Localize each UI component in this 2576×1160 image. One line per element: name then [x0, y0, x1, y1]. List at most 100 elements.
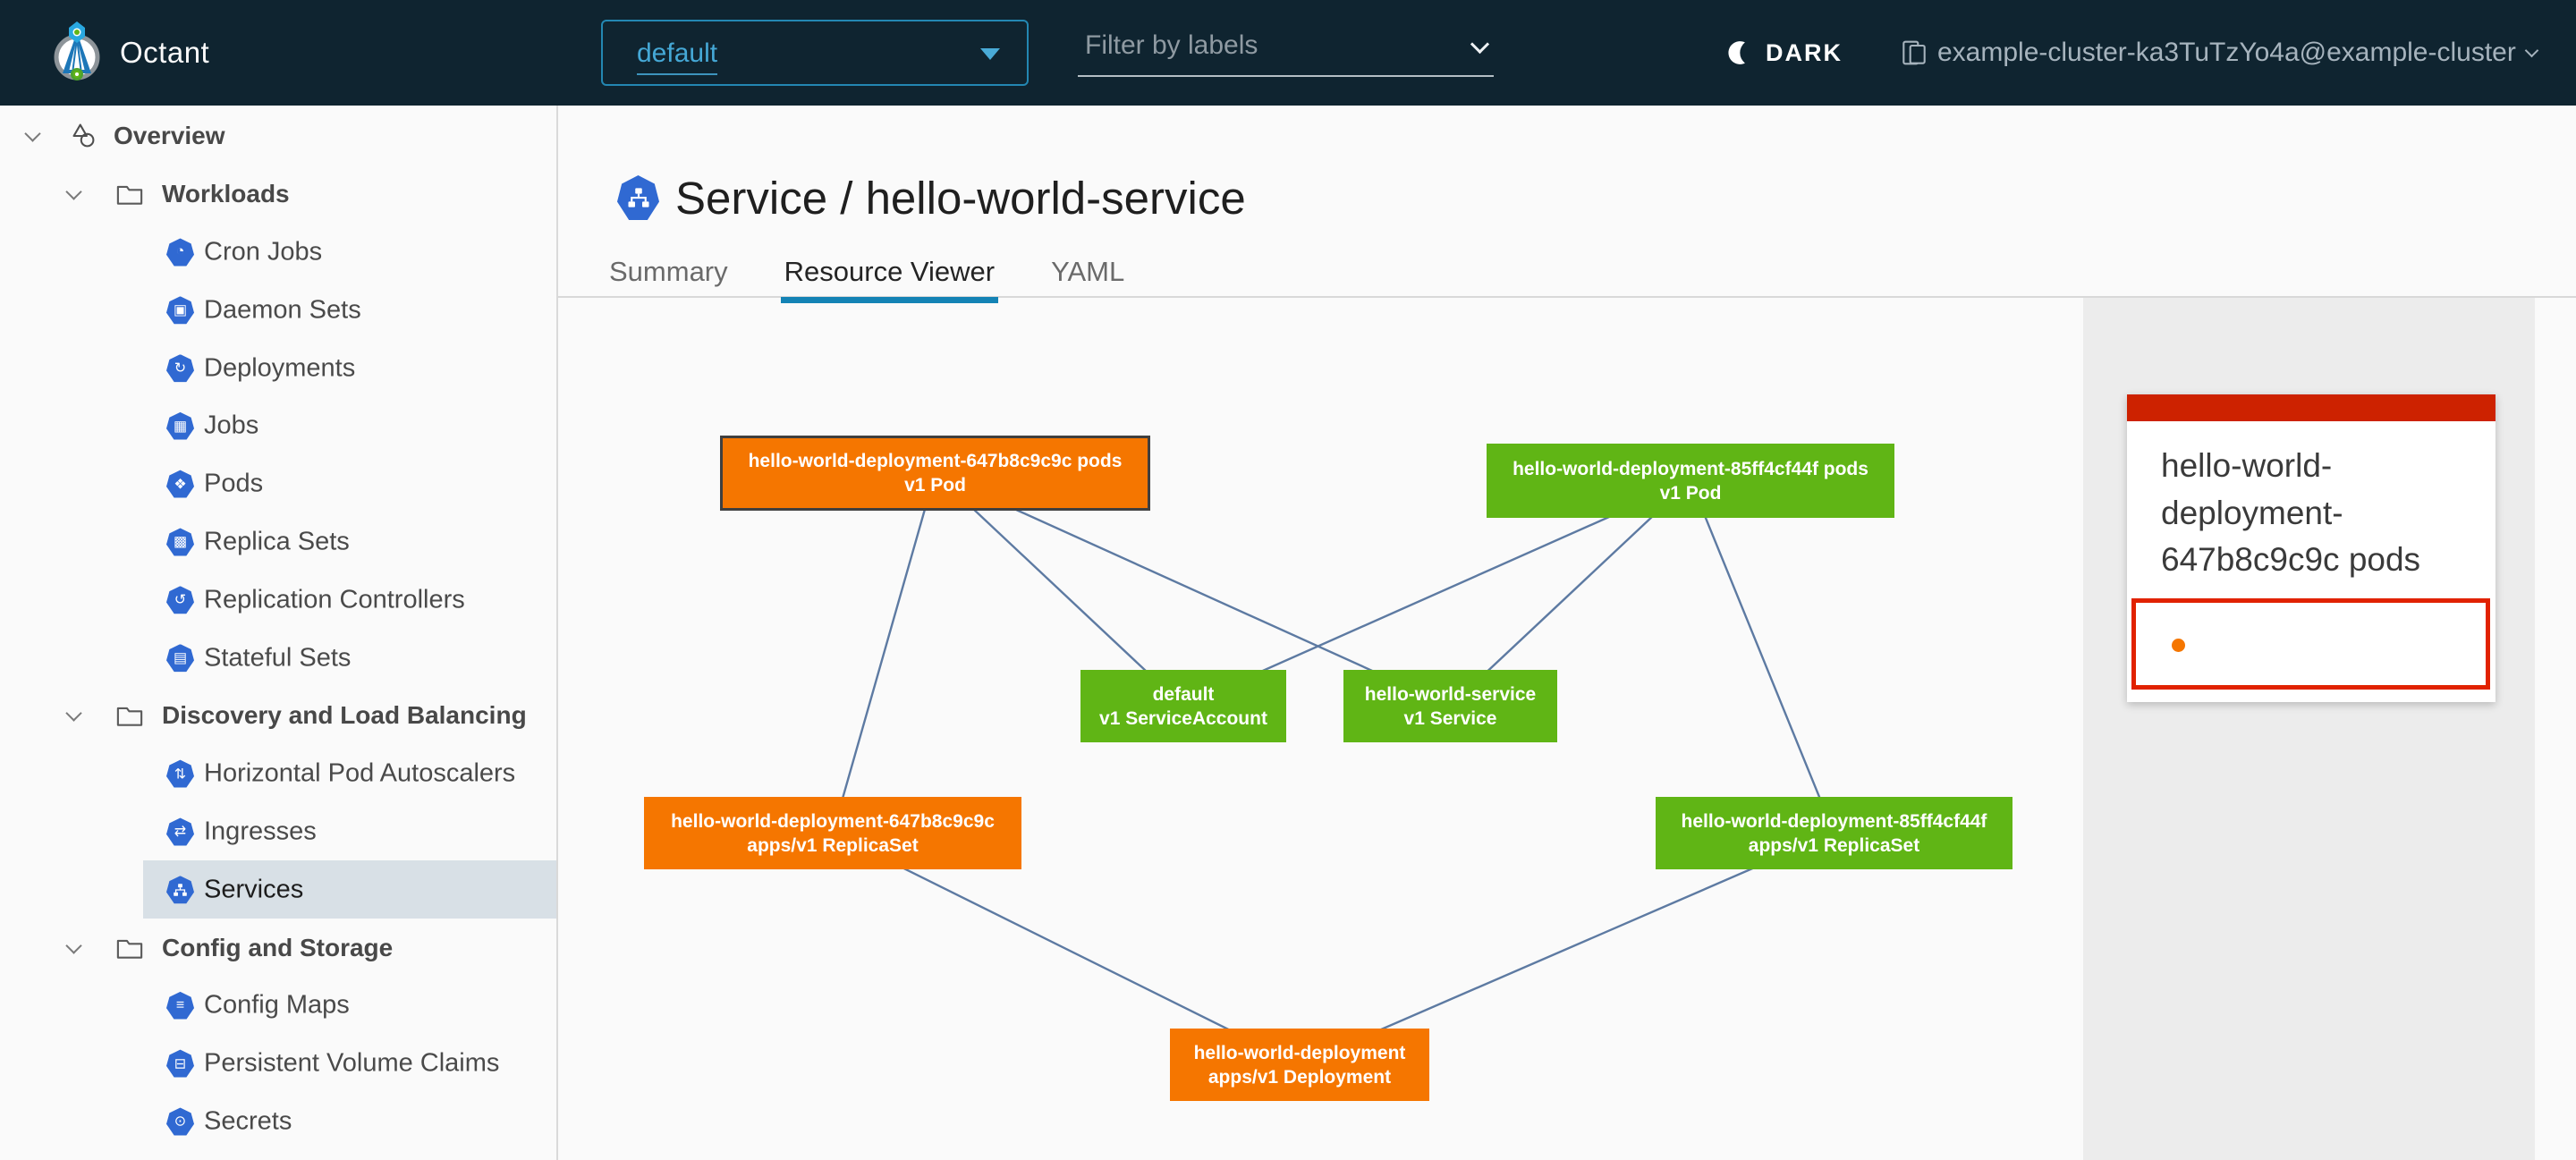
sidebar-item-replication-controllers[interactable]: ↺ Replication Controllers [0, 571, 556, 629]
sidebar-item-config-maps[interactable]: ≡ Config Maps [0, 977, 556, 1035]
sidebar-item-discovery-and-load-balancing[interactable]: Discovery and Load Balancing [0, 687, 556, 745]
pvc-icon: ⊟ [166, 1050, 194, 1078]
sidebar-item-label: Jobs [204, 411, 258, 441]
secret-icon: ⊙ [166, 1107, 194, 1135]
context-switcher[interactable]: example-cluster-ka3TuTzYo4a@example-clus… [1900, 0, 2537, 106]
sidebar-item-secrets[interactable]: ⊙ Secrets [0, 1093, 556, 1151]
sidebar-item-label: Config and Storage [162, 934, 393, 962]
page-title-row: Service / hello-world-service [617, 172, 1246, 224]
sidebar-item-daemon-sets[interactable]: ▣ Daemon Sets [0, 281, 556, 339]
configmap-icon: ≡ [166, 992, 194, 1020]
sidebar-item-label: Replica Sets [204, 527, 350, 556]
node-label: hello-world-deployment-85ff4cf44f [1682, 809, 1987, 834]
sidebar-item-ingresses[interactable]: ⇄ Ingresses [0, 803, 556, 861]
sidebar-item-replica-sets[interactable]: ▩ Replica Sets [0, 513, 556, 572]
deployment-icon: ↻ [166, 354, 194, 382]
sidebar-item-label: Secrets [204, 1106, 292, 1136]
folder-icon [114, 935, 145, 961]
statefulset-icon: ▤ [166, 644, 194, 672]
sidebar-item-jobs[interactable]: ▦ Jobs [0, 397, 556, 455]
graph-node-pod-a[interactable]: hello-world-deployment-647b8c9c9c podsv1… [720, 436, 1150, 511]
graph-node-sa[interactable]: defaultv1 ServiceAccount [1080, 670, 1286, 742]
applications-icon [68, 121, 98, 151]
sidebar-item-persistent-volume-claims[interactable]: ⊟ Persistent Volume Claims [0, 1035, 556, 1093]
node-subtitle: v1 Pod [904, 473, 966, 497]
job-icon: ▦ [166, 412, 194, 440]
theme-toggle-label: DARK [1766, 39, 1843, 67]
app-header: Octant default DARK example-cluster-ka3T… [0, 0, 2576, 106]
replicaset-icon: ▩ [166, 528, 194, 555]
node-label: default [1153, 682, 1215, 707]
sidebar-item-label: Workloads [162, 180, 290, 208]
tab-yaml[interactable]: YAML [1051, 256, 1124, 297]
node-label: hello-world-deployment-647b8c9c9c [671, 809, 995, 834]
chevron-down-icon[interactable] [65, 183, 81, 199]
sidebar-item-services[interactable]: Services [0, 860, 556, 919]
chevron-down-icon[interactable] [65, 706, 81, 722]
detail-status-bar [2127, 394, 2496, 421]
chevron-down-icon[interactable] [24, 126, 40, 142]
cluster-icon [1900, 38, 1928, 67]
sidebar-item-deployments[interactable]: ↻ Deployments [0, 339, 556, 397]
namespace-select-value: default [637, 34, 717, 75]
caret-down-icon [980, 48, 1000, 60]
tab-summary[interactable]: Summary [609, 256, 728, 297]
graph-node-rs-b[interactable]: hello-world-deployment-85ff4cf44fapps/v1… [1656, 797, 2012, 869]
context-label: example-cluster-ka3TuTzYo4a@example-clus… [1937, 38, 2516, 68]
sidebar-item-label: Ingresses [204, 817, 317, 846]
service-icon [617, 175, 659, 220]
sidebar-item-workloads[interactable]: Workloads [0, 165, 556, 224]
graph-node-pod-b[interactable]: hello-world-deployment-85ff4cf44f podsv1… [1487, 444, 1894, 518]
graph-node-rs-a[interactable]: hello-world-deployment-647b8c9c9capps/v1… [644, 797, 1021, 869]
sidebar-item-label: Stateful Sets [204, 643, 351, 673]
node-subtitle: apps/v1 ReplicaSet [747, 834, 918, 858]
replicationcontroller-icon: ↺ [166, 586, 194, 614]
sidebar-item-label: Config Maps [204, 991, 350, 1020]
sidebar-item-horizontal-pod-autoscalers[interactable]: ⇅ Horizontal Pod Autoscalers [0, 745, 556, 803]
chevron-down-icon[interactable] [65, 937, 81, 953]
namespace-select[interactable]: default [601, 20, 1029, 86]
pod-icon: ❖ [166, 470, 194, 498]
label-filter [1078, 21, 1494, 77]
folder-icon [114, 702, 145, 729]
sidebar-item-label: Overview [114, 122, 225, 150]
node-subtitle: v1 Pod [1660, 481, 1722, 505]
detail-status-box [2131, 598, 2490, 690]
node-label: hello-world-deployment-647b8c9c9c pods [749, 449, 1123, 473]
sidebar-item-stateful-sets[interactable]: ▤ Stateful Sets [0, 629, 556, 687]
chevron-down-icon [2525, 43, 2539, 57]
sidebar-item-overview[interactable]: Overview [0, 107, 556, 165]
cronjob-icon: ◔ [166, 238, 194, 266]
theme-toggle-button[interactable]: DARK [1726, 0, 1843, 106]
tab-bar: Summary Resource Viewer YAML [609, 256, 1181, 297]
resource-detail-card[interactable]: hello-world-deployment-647b8c9c9c pods [2127, 394, 2496, 702]
moon-icon [1726, 39, 1753, 66]
warning-dot-icon [2172, 639, 2185, 652]
folder-icon [114, 181, 145, 207]
sidebar-item-label: Horizontal Pod Autoscalers [204, 759, 515, 789]
label-filter-input[interactable] [1078, 21, 1494, 77]
node-subtitle: v1 ServiceAccount [1099, 707, 1267, 731]
sidebar-item-label: Replication Controllers [204, 585, 465, 614]
sidebar-item-config-and-storage[interactable]: Config and Storage [0, 919, 556, 977]
sidebar-item-label: Deployments [204, 353, 355, 383]
app-title: Octant [120, 0, 209, 106]
sidebar-item-cron-jobs[interactable]: ◔ Cron Jobs [0, 224, 556, 282]
hpa-icon: ⇅ [166, 760, 194, 788]
sidebar-item-label: Cron Jobs [204, 237, 322, 267]
node-subtitle: apps/v1 ReplicaSet [1749, 834, 1919, 858]
detail-panel: hello-world-deployment-647b8c9c9c pods [2083, 298, 2535, 1160]
sidebar-item-label: Daemon Sets [204, 295, 361, 325]
page-title: Service / hello-world-service [675, 172, 1246, 224]
node-label: hello-world-service [1365, 682, 1536, 707]
tab-resource-viewer[interactable]: Resource Viewer [784, 256, 995, 297]
node-label: hello-world-deployment-85ff4cf44f pods [1513, 457, 1868, 481]
octant-app: { "colors": { "header_bg": "#0f2430", "a… [0, 0, 2576, 1160]
graph-node-dep[interactable]: hello-world-deploymentapps/v1 Deployment [1170, 1029, 1429, 1101]
sidebar-item-label: Persistent Volume Claims [204, 1049, 499, 1079]
sidebar-item-pods[interactable]: ❖Pods [0, 455, 556, 513]
daemonset-icon: ▣ [166, 296, 194, 324]
ingress-icon: ⇄ [166, 817, 194, 845]
graph-node-svc[interactable]: hello-world-servicev1 Service [1343, 670, 1557, 742]
sidebar: Overview Workloads ◔ Cron Jobs ▣ Daemon Sets ↻… [0, 106, 558, 1160]
